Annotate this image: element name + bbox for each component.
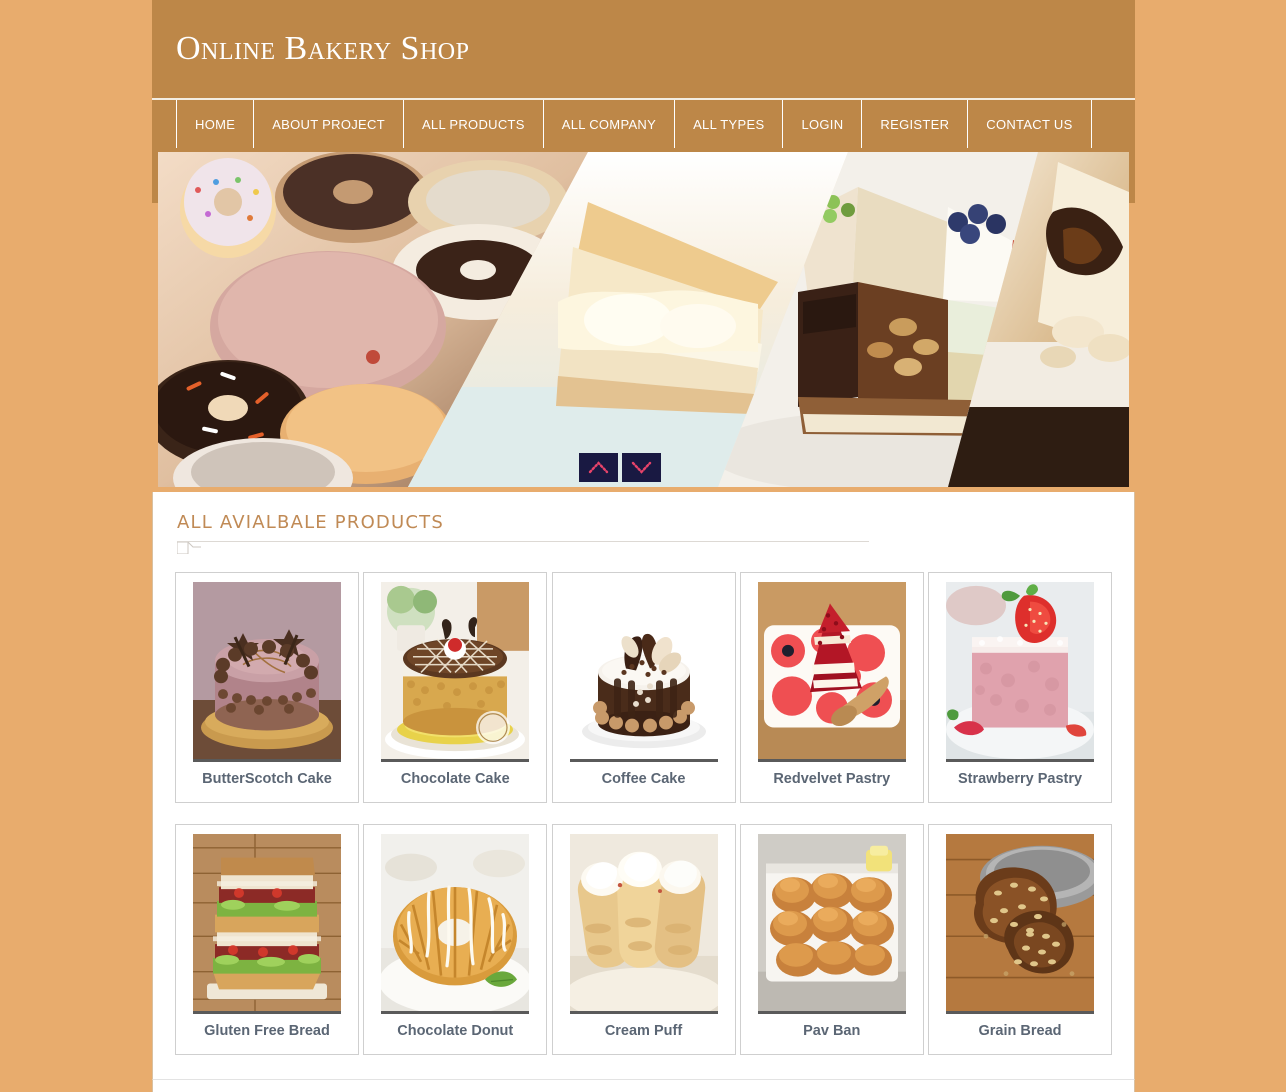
product-image-chocolate-donut [381,834,530,1014]
chevron-down-icon [631,461,652,474]
product-image-coffee-cake [569,582,718,762]
nav-item-all-products[interactable]: ALL PRODUCTS [404,100,544,148]
site-footer: © Online Bakery Shop | [152,1079,1135,1092]
product-label: Redvelvet Pastry [773,771,891,787]
product-image-strawberry-pastry [946,582,1094,762]
product-card[interactable]: Grain Bread [928,824,1112,1055]
product-card[interactable]: Coffee Cake [551,572,736,803]
nav-filler [1092,100,1135,148]
hero-slider-region [152,148,1135,487]
slider-prev-button[interactable] [579,453,618,482]
product-card[interactable]: Redvelvet Pastry [739,572,924,803]
nav-item-login[interactable]: LOGIN [783,100,863,148]
nav-item-contact-us[interactable]: CONTACT US [968,100,1092,148]
product-card[interactable]: Strawberry Pastry [928,572,1112,803]
product-label: ButterScotch Cake [202,771,332,787]
product-label: Chocolate Donut [397,1023,514,1039]
page-title: Online Bakery Shop [176,30,470,67]
chevron-up-icon [588,461,609,474]
product-label: Chocolate Cake [400,771,510,787]
product-image-gluten-free-bread [193,834,341,1014]
nav-item-all-types[interactable]: ALL TYPES [675,100,784,148]
product-image-butterscotch-cake [193,582,341,762]
product-label: Pav Ban [803,1023,861,1039]
product-card[interactable]: Pav Ban [739,824,924,1055]
main-nav: HOME ABOUT PROJECT ALL PRODUCTS ALL COMP… [152,100,1135,148]
product-image-cream-puff [569,834,718,1014]
hero-slider[interactable] [158,152,1129,487]
section-header: ALL AVIALBALE PRODUCTS [177,512,869,554]
main-content: ALL AVIALBALE PRODUCTS ButterScotch Cake… [152,492,1135,1079]
product-label: Gluten Free Bread [204,1023,330,1039]
product-card[interactable]: Chocolate Donut [363,824,548,1055]
product-image-grain-bread [946,834,1094,1014]
product-image-chocolate-cake [381,582,530,762]
slider-next-button[interactable] [622,453,661,482]
product-label: Cream Puff [604,1023,683,1039]
product-card[interactable]: Gluten Free Bread [175,824,359,1055]
site-header: Online Bakery Shop [152,0,1135,100]
nav-item-home[interactable]: HOME [176,100,255,148]
section-notch-icon [177,542,201,554]
product-image-pav-ban [757,834,906,1014]
nav-item-register[interactable]: REGISTER [862,100,969,148]
nav-item-about-project[interactable]: ABOUT PROJECT [254,100,404,148]
product-card[interactable]: ButterScotch Cake [175,572,359,803]
product-card[interactable]: Cream Puff [551,824,736,1055]
product-label: Grain Bread [978,1023,1062,1039]
site-container: Online Bakery Shop HOME ABOUT PROJECT AL… [152,0,1135,1092]
product-label: Coffee Cake [601,771,686,787]
product-image-redvelvet-pastry [757,582,906,762]
page-root: Online Bakery Shop HOME ABOUT PROJECT AL… [0,0,1286,1092]
section-title: ALL AVIALBALE PRODUCTS [177,512,444,533]
product-card[interactable]: Chocolate Cake [363,572,548,803]
nav-item-all-company[interactable]: ALL COMPANY [544,100,676,148]
section-divider [177,541,869,542]
product-grid: ButterScotch Cake Chocolate Cake Coffee … [175,572,1112,1055]
product-label: Strawberry Pastry [957,771,1083,787]
hero-collage-image [158,152,1129,487]
slider-controls [579,453,661,482]
